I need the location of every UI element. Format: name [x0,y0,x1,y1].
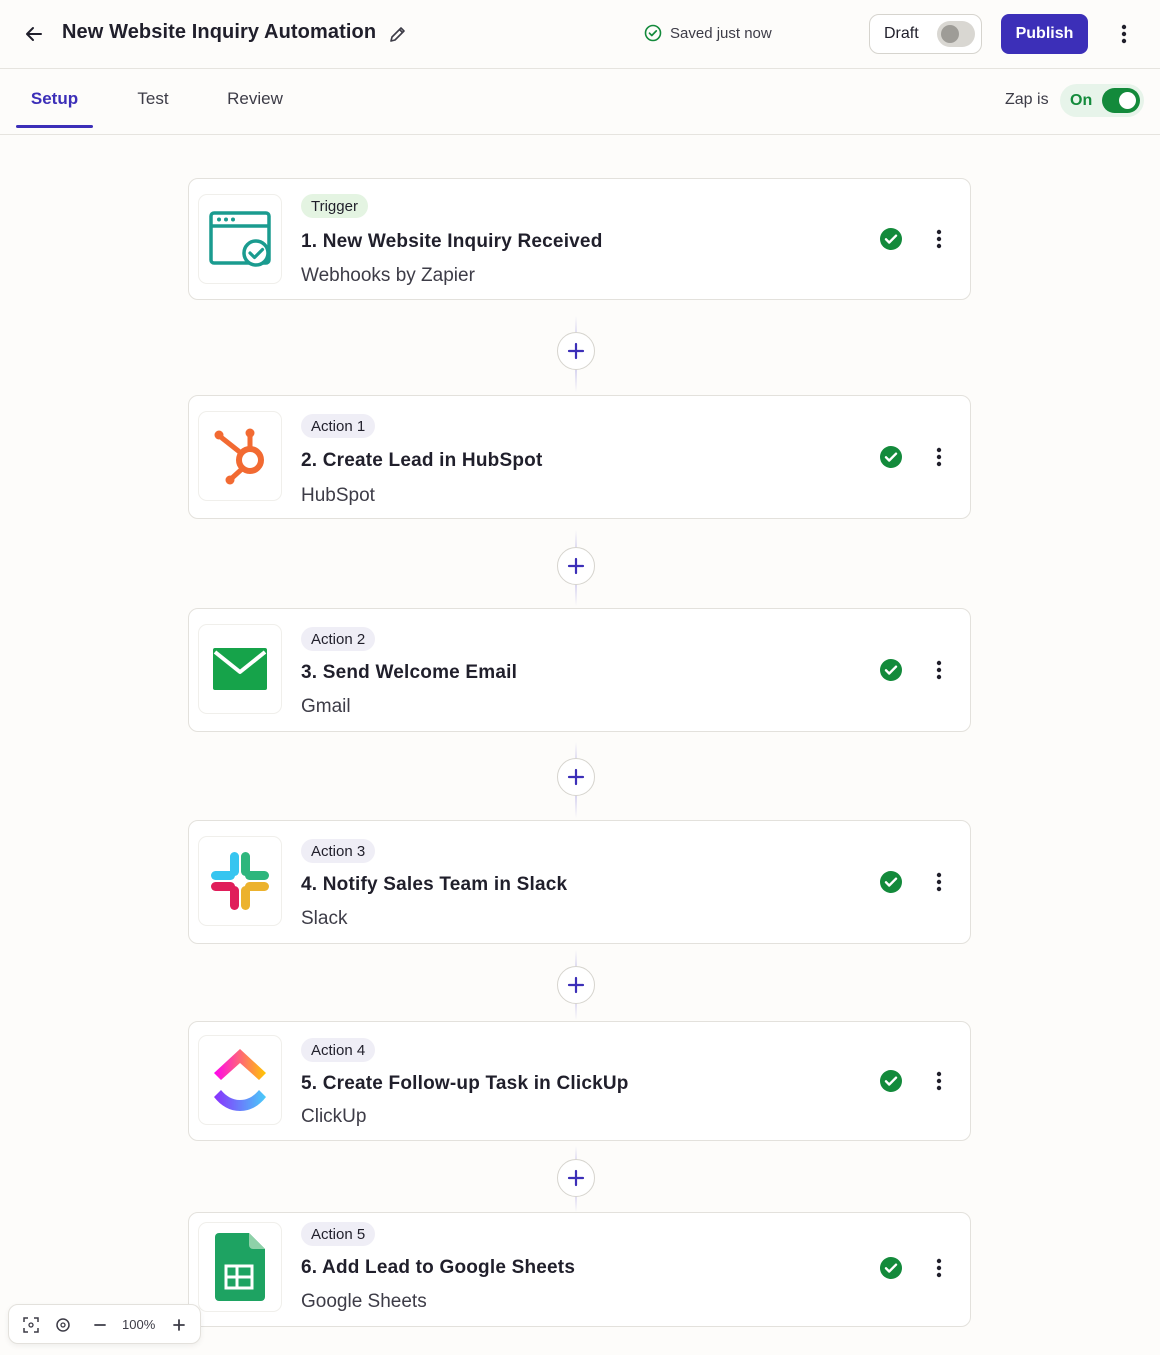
canvas-zoom-controls: 100% [8,1304,201,1344]
add-step-button[interactable] [557,1159,595,1197]
step-title: 5. Create Follow-up Task in ClickUp [301,1073,629,1094]
check-circle-icon [880,228,902,250]
draft-toggle[interactable]: Draft [869,14,982,54]
plus-icon [567,976,585,994]
step-more-icon[interactable] [927,656,951,684]
zap-on-toggle[interactable]: On [1060,84,1144,117]
page-title: New Website Inquiry Automation [62,21,377,43]
zap-switch[interactable] [1102,88,1140,113]
step-title: 2. Create Lead in HubSpot [301,450,543,471]
save-status: Saved just now [644,24,772,42]
step-title: 6. Add Lead to Google Sheets [301,1257,576,1278]
check-circle-icon [644,24,662,42]
step-card-action-3[interactable]: Action 3 4. Notify Sales Team in Slack S… [188,820,971,944]
step-card-action-1[interactable]: Action 1 2. Create Lead in HubSpot HubSp… [188,395,971,519]
step-badge: Action 3 [301,839,376,863]
step-card-trigger[interactable]: Trigger 1. New Website Inquiry Received … [188,178,971,300]
check-circle-icon [880,446,902,468]
plus-icon [567,342,585,360]
step-badge: Trigger [301,194,368,218]
step-badge: Action 1 [301,414,376,438]
slack-icon [199,837,281,925]
step-app-name: ClickUp [301,1106,367,1127]
add-step-button[interactable] [557,547,595,585]
back-arrow-icon[interactable] [20,20,48,48]
check-circle-icon [880,1257,902,1279]
draft-label: Draft [884,25,919,42]
publish-button[interactable]: Publish [1001,14,1088,54]
fit-view-icon[interactable] [19,1313,43,1337]
add-step-button[interactable] [557,966,595,1004]
webhook-icon [199,195,281,283]
step-app-name: Slack [301,908,348,929]
check-circle-icon [880,871,902,893]
add-step-button[interactable] [557,758,595,796]
save-status-text: Saved just now [670,24,772,42]
step-more-icon[interactable] [927,1254,951,1282]
plus-icon [567,557,585,575]
step-more-icon[interactable] [927,443,951,471]
step-badge: Action 4 [301,1038,376,1062]
clickup-icon [199,1036,281,1124]
zoom-level: 100% [122,1317,156,1332]
recenter-icon[interactable] [51,1313,75,1337]
gmail-icon [199,625,281,713]
step-badge: Action 2 [301,627,376,651]
step-title: 4. Notify Sales Team in Slack [301,874,568,895]
step-app-name: Webhooks by Zapier [301,265,475,286]
step-app-name: Gmail [301,696,351,717]
zap-status-label: Zap is [1005,91,1049,108]
step-badge: Action 5 [301,1222,376,1246]
plus-icon [567,768,585,786]
zoom-in-icon[interactable] [167,1313,191,1337]
check-circle-icon [880,1070,902,1092]
more-options-icon[interactable] [1112,20,1136,48]
step-card-action-2[interactable]: Action 2 3. Send Welcome Email Gmail [188,608,971,732]
hubspot-icon [199,412,281,500]
tab-review[interactable]: Review [216,69,294,129]
google-sheets-icon [199,1223,281,1311]
draft-switch[interactable] [937,21,975,47]
step-card-action-5[interactable]: Action 5 6. Add Lead to Google Sheets Go… [188,1212,971,1327]
step-app-name: Google Sheets [301,1291,427,1312]
step-app-name: HubSpot [301,485,375,506]
zoom-out-icon[interactable] [88,1313,112,1337]
step-card-action-4[interactable]: Action 4 5. Create Follow-up Task in Cli… [188,1021,971,1141]
active-tab-indicator [16,125,93,128]
step-more-icon[interactable] [927,1067,951,1095]
step-title: 1. New Website Inquiry Received [301,231,603,252]
tab-test[interactable]: Test [122,69,184,129]
pencil-icon[interactable] [386,22,410,46]
top-header: New Website Inquiry Automation Saved jus… [0,0,1160,69]
step-more-icon[interactable] [927,225,951,253]
step-more-icon[interactable] [927,868,951,896]
add-step-button[interactable] [557,332,595,370]
tab-setup[interactable]: Setup [16,69,93,129]
zap-state-label: On [1070,91,1093,109]
step-title: 3. Send Welcome Email [301,662,518,683]
plus-icon [567,1169,585,1187]
tab-bar: Setup Test Review Zap is On [0,69,1160,135]
check-circle-icon [880,659,902,681]
